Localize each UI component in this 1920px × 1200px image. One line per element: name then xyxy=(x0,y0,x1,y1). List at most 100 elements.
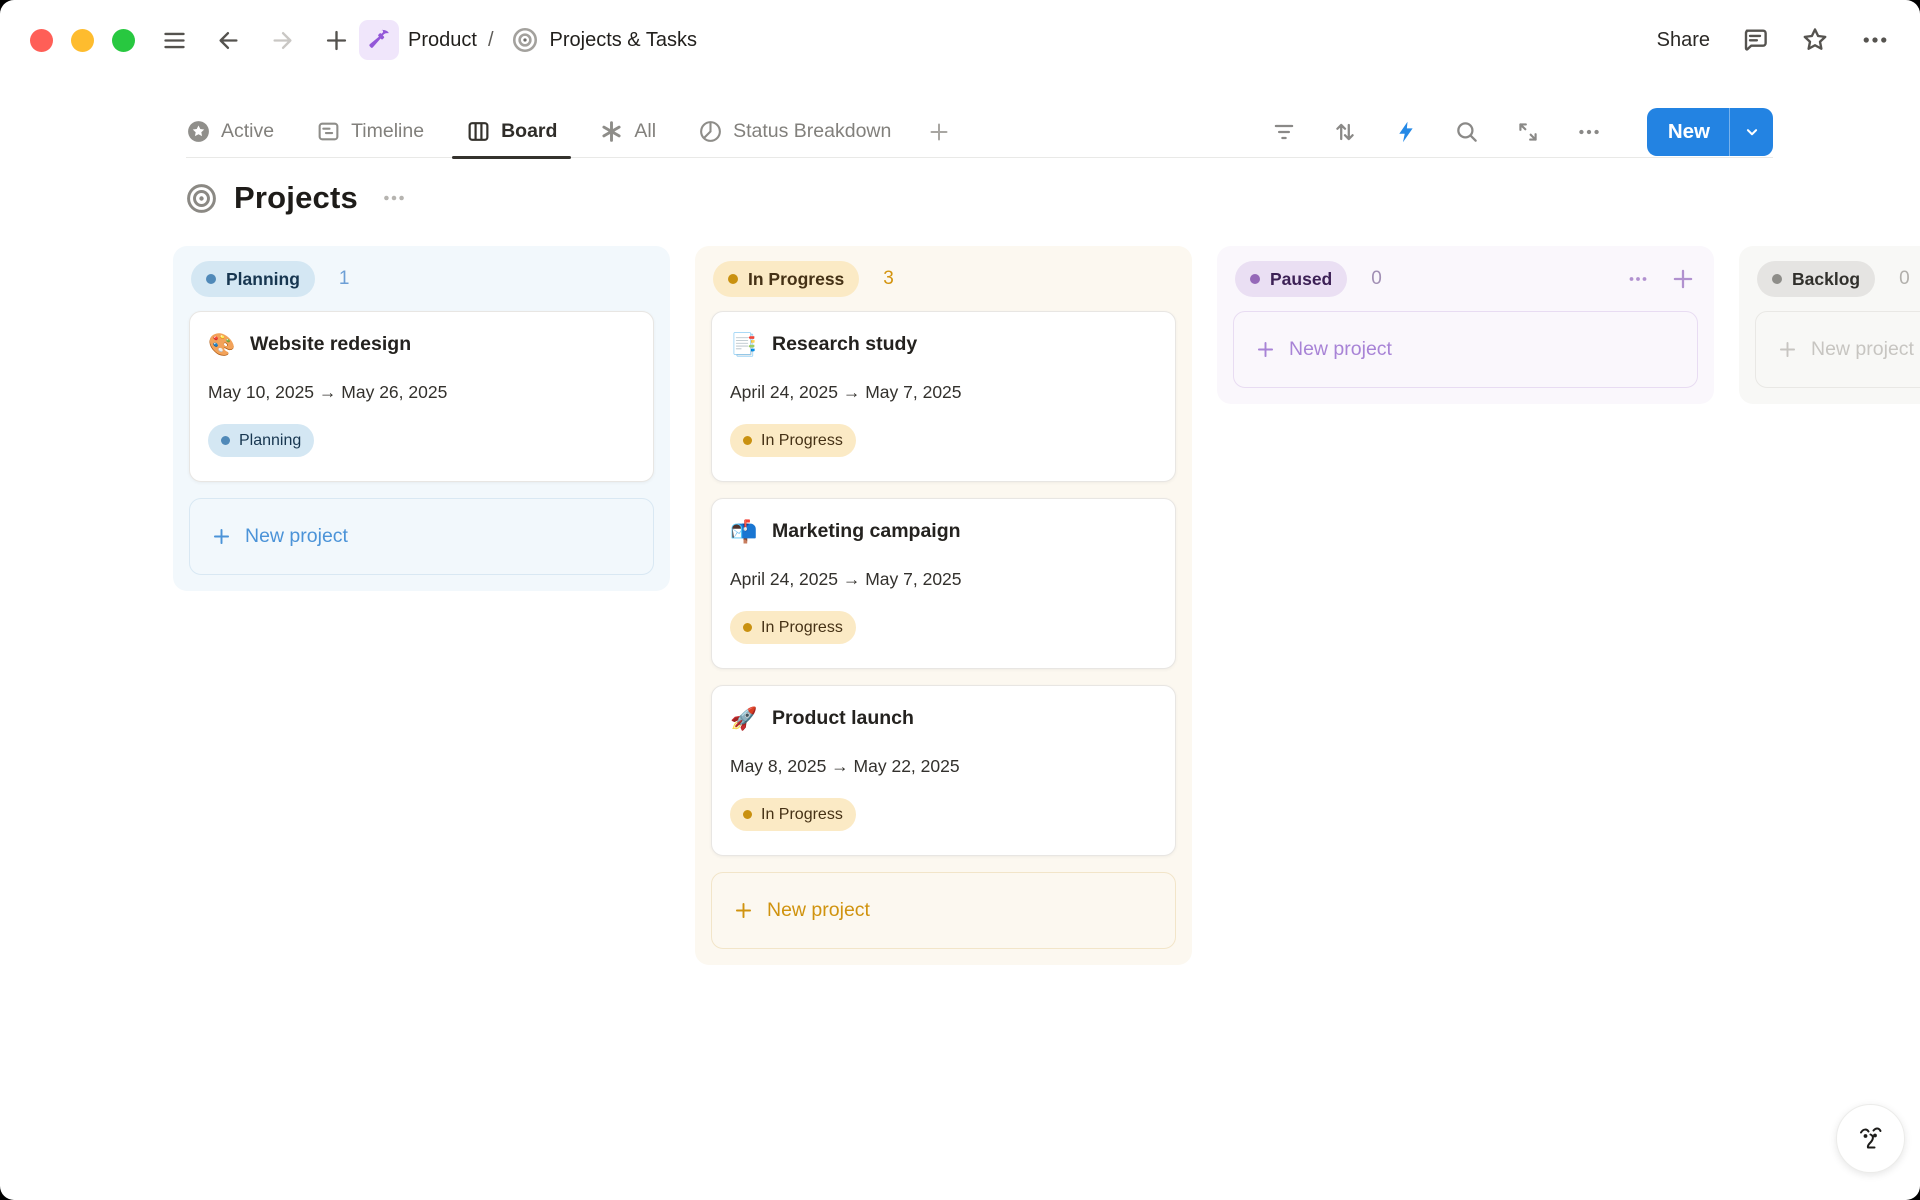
automations-button[interactable] xyxy=(1391,117,1421,147)
status-badge: Paused xyxy=(1235,261,1347,297)
expand-button[interactable] xyxy=(1513,117,1543,147)
column-count: 3 xyxy=(883,268,894,290)
plus-icon xyxy=(1255,339,1276,360)
page-title-row: Projects xyxy=(186,180,1773,216)
share-button[interactable]: Share xyxy=(1657,29,1710,52)
project-card-website-redesign[interactable]: 🎨 Website redesign May 10, 2025 → May 26… xyxy=(189,311,654,482)
view-options-button[interactable] xyxy=(1574,117,1604,147)
column-options-button[interactable] xyxy=(1626,267,1650,291)
new-project-label: New project xyxy=(1289,338,1392,361)
target-icon xyxy=(186,183,217,214)
status-dot xyxy=(743,436,752,445)
new-project-button[interactable]: New project xyxy=(1755,311,1920,388)
card-title: Research study xyxy=(772,333,917,356)
ai-face-icon xyxy=(1851,1119,1891,1159)
plus-icon xyxy=(1777,339,1798,360)
column-header[interactable]: Paused 0 xyxy=(1233,261,1698,297)
sort-button[interactable] xyxy=(1330,117,1360,147)
back-arrow-icon xyxy=(215,27,242,54)
column-header[interactable]: Planning 1 xyxy=(189,261,654,297)
card-status-label: Planning xyxy=(239,432,301,450)
pie-chart-icon xyxy=(698,119,723,144)
card-status-badge: In Progress xyxy=(730,424,856,457)
sidebar-menu-button[interactable] xyxy=(159,25,189,55)
status-label: In Progress xyxy=(748,269,844,290)
page-title: Projects xyxy=(234,180,358,216)
forward-button[interactable] xyxy=(267,25,297,55)
new-project-button[interactable]: New project xyxy=(1233,311,1698,388)
expand-icon xyxy=(1515,119,1541,145)
minimize-window-button[interactable] xyxy=(71,29,94,52)
project-card-marketing-campaign[interactable]: 📬 Marketing campaign April 24, 2025 → Ma… xyxy=(711,498,1176,669)
breadcrumb-page[interactable]: Projects & Tasks xyxy=(550,29,697,52)
workspace-logo[interactable] xyxy=(359,20,399,60)
plus-icon xyxy=(733,900,754,921)
card-status-label: In Progress xyxy=(761,432,843,450)
tab-label: Timeline xyxy=(351,120,424,143)
titlebar: Product / Projects & Tasks Share xyxy=(0,0,1920,80)
project-card-research-study[interactable]: 📑 Research study April 24, 2025 → May 7,… xyxy=(711,311,1176,482)
hamburger-icon xyxy=(161,27,188,54)
tab-label: All xyxy=(634,120,656,143)
column-backlog: Backlog 0 New project xyxy=(1739,246,1920,404)
card-status-badge: Planning xyxy=(208,424,314,457)
column-header[interactable]: In Progress 3 xyxy=(711,261,1176,297)
card-status-label: In Progress xyxy=(761,619,843,637)
card-title: Product launch xyxy=(772,707,914,730)
tab-active[interactable]: Active xyxy=(186,119,274,144)
bookmark-tabs-emoji: 📑 xyxy=(730,334,758,356)
tab-all[interactable]: All xyxy=(599,119,656,144)
plus-icon xyxy=(323,27,350,54)
status-dot xyxy=(728,274,738,284)
status-dot xyxy=(1250,274,1260,284)
card-status-badge: In Progress xyxy=(730,611,856,644)
notion-ai-button[interactable] xyxy=(1836,1104,1905,1173)
project-card-product-launch[interactable]: 🚀 Product launch May 8, 2025 → May 22, 2… xyxy=(711,685,1176,856)
status-badge: Backlog xyxy=(1757,261,1875,297)
ellipsis-icon xyxy=(1576,119,1602,145)
more-options-button[interactable] xyxy=(1860,25,1890,55)
filter-button[interactable] xyxy=(1269,117,1299,147)
new-dropdown-button[interactable] xyxy=(1730,108,1773,156)
favorite-button[interactable] xyxy=(1800,25,1830,55)
view-tabs-bar: Active Timeline Board All xyxy=(186,106,1773,158)
add-view-button[interactable] xyxy=(927,120,951,144)
status-label: Backlog xyxy=(1792,269,1860,290)
tab-status-breakdown[interactable]: Status Breakdown xyxy=(698,119,891,144)
column-add-card-button[interactable] xyxy=(1670,266,1696,292)
breadcrumb: Product / Projects & Tasks xyxy=(359,20,697,60)
card-date-range: April 24, 2025 → May 7, 2025 xyxy=(730,569,1157,590)
new-project-label: New project xyxy=(767,899,870,922)
window-controls xyxy=(30,29,135,52)
plus-icon xyxy=(211,526,232,547)
status-dot xyxy=(743,623,752,632)
tab-board[interactable]: Board xyxy=(466,119,557,144)
new-project-button[interactable]: New project xyxy=(189,498,654,575)
filter-icon xyxy=(1271,119,1297,145)
new-project-button[interactable]: New project xyxy=(711,872,1176,949)
title-options-button[interactable] xyxy=(381,185,407,211)
plus-icon xyxy=(927,120,951,144)
comments-button[interactable] xyxy=(1740,25,1770,55)
search-button[interactable] xyxy=(1452,117,1482,147)
column-header[interactable]: Backlog 0 xyxy=(1755,261,1920,297)
back-button[interactable] xyxy=(213,25,243,55)
new-tab-button[interactable] xyxy=(321,25,351,55)
breadcrumb-workspace[interactable]: Product xyxy=(408,29,477,52)
close-window-button[interactable] xyxy=(30,29,53,52)
status-badge: Planning xyxy=(191,261,315,297)
sort-icon xyxy=(1332,119,1358,145)
kanban-board: Planning 1 🎨 Website redesign May 10, 20… xyxy=(0,246,1920,965)
zoom-window-button[interactable] xyxy=(112,29,135,52)
search-icon xyxy=(1454,119,1480,145)
column-paused: Paused 0 New project xyxy=(1217,246,1714,404)
timeline-icon xyxy=(316,119,341,144)
card-status-badge: In Progress xyxy=(730,798,856,831)
bullseye-icon xyxy=(511,26,539,54)
ellipsis-icon xyxy=(381,185,407,211)
new-button[interactable]: New xyxy=(1647,108,1729,156)
tab-timeline[interactable]: Timeline xyxy=(316,119,424,144)
card-title: Website redesign xyxy=(250,333,411,356)
column-planning: Planning 1 🎨 Website redesign May 10, 20… xyxy=(173,246,670,591)
tab-label: Active xyxy=(221,120,274,143)
